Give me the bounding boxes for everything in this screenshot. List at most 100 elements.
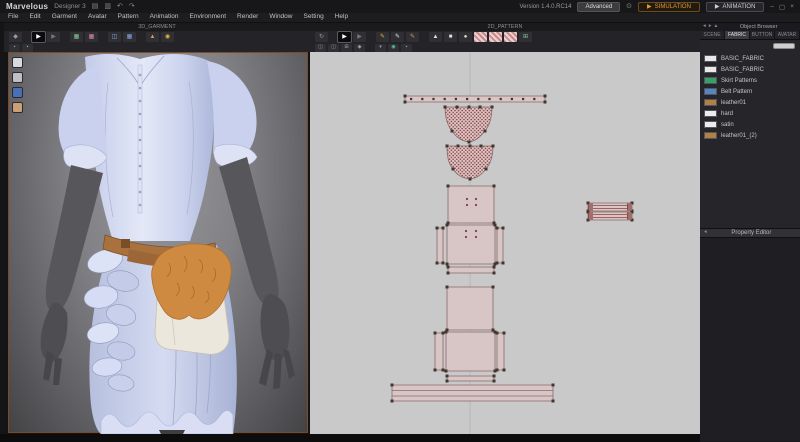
fabric-list-item[interactable]: hard	[700, 108, 800, 119]
menu-file[interactable]: File	[8, 14, 18, 21]
free-sew-icon[interactable]: ◫	[328, 44, 339, 52]
measure-tool-icon[interactable]: ▦	[123, 32, 136, 42]
menu-window[interactable]: Window	[269, 14, 292, 21]
menu-pattern[interactable]: Pattern	[118, 14, 139, 21]
3d-toolbar-row2: ▪ ▪	[4, 43, 310, 52]
tab-scene[interactable]: SCENE	[700, 31, 725, 39]
elastic-icon[interactable]: ◉	[388, 44, 399, 52]
redo-icon[interactable]: ↷	[129, 3, 135, 10]
texture-edit-icon[interactable]	[489, 32, 502, 42]
tape-icon[interactable]: ▪	[22, 44, 33, 52]
show-seamlines-icon[interactable]: ▦	[85, 32, 98, 42]
minimize-button[interactable]: ‒	[770, 3, 774, 11]
menu-avatar[interactable]: Avatar	[88, 14, 107, 21]
pin-icon[interactable]: ▪	[9, 44, 20, 52]
show-avatar-icon[interactable]: ▲	[146, 32, 159, 42]
fabric-add-button[interactable]	[773, 43, 795, 49]
simulation-play-icon: ▶	[647, 4, 652, 10]
option-icon[interactable]: ▪	[401, 44, 412, 52]
create-rectangle-icon[interactable]: ■	[444, 32, 457, 42]
3d-toolbar-row1: ◆ ▶ ▶ ▦ ▦ ◫ ▦ ▲ ◉	[4, 31, 310, 43]
fabric-swatch	[704, 77, 717, 84]
panel-nav-left-icon[interactable]: ◂	[703, 24, 706, 30]
fabric-swatch	[704, 121, 717, 128]
garment-display-icon[interactable]: ◆	[9, 32, 22, 42]
show-internal-lines-icon[interactable]: ▦	[70, 32, 83, 42]
move-tool-icon[interactable]: ▶	[47, 32, 60, 42]
version-label: Version 1.4.0.RC14	[519, 4, 571, 10]
select-tool-icon[interactable]: ▶	[32, 32, 45, 42]
menu-garment[interactable]: Garment	[52, 14, 77, 21]
close-button[interactable]: ×	[790, 3, 794, 11]
fabric-swatch	[704, 66, 717, 73]
property-editor-title: Property Editor	[731, 230, 771, 236]
3d-viewport[interactable]	[8, 52, 308, 433]
pin-tool-icon[interactable]: ◫	[108, 32, 121, 42]
simulation-label: SIMULATION	[655, 4, 691, 10]
edit-pattern-icon[interactable]: ✎	[376, 32, 389, 42]
fabric-list-item[interactable]: BASIC_FABRIC	[700, 53, 800, 64]
texture-repeat-icon[interactable]	[504, 32, 517, 42]
fabric-name: satin	[721, 122, 734, 128]
undo-icon[interactable]: ↶	[117, 3, 123, 10]
maximize-button[interactable]: ▢	[779, 3, 785, 11]
fabric-list-item[interactable]: leather01	[700, 97, 800, 108]
fabric-list-item[interactable]: BASIC_FABRIC	[700, 64, 800, 75]
tab-button[interactable]: BUTTON	[750, 31, 775, 39]
panel-nav-right-icon[interactable]: ▸	[709, 24, 712, 30]
fabric-swatch	[704, 88, 717, 95]
animation-button[interactable]: ▶ ANIMATION	[706, 2, 765, 12]
3d-window-title: 3D_GARMENT	[138, 24, 176, 30]
menu-environment[interactable]: Environment	[190, 14, 227, 21]
avatar-display-icon[interactable]: ◉	[161, 32, 174, 42]
add-point-icon[interactable]: ✎	[406, 32, 419, 42]
move-tool-2d-icon[interactable]: ▶	[353, 32, 366, 42]
create-circle-icon[interactable]: ●	[459, 32, 472, 42]
pattern-piece-hem-band	[392, 385, 553, 401]
fabric-name: Skirt Patterns	[721, 78, 757, 84]
segment-sew-icon[interactable]: ◫	[315, 44, 326, 52]
advanced-mode-button[interactable]: Advanced	[577, 2, 620, 12]
texture-tool-icon[interactable]	[474, 32, 487, 42]
toggle-avatar-skin-icon[interactable]	[12, 102, 23, 113]
pattern-piece-bodice-lower	[447, 225, 495, 264]
toggle-garment-icon[interactable]	[12, 57, 23, 68]
edit-curve-icon[interactable]: ✎	[391, 32, 404, 42]
2d-window-caption: 2D_PATTERN	[310, 23, 700, 31]
fabric-list-item[interactable]: Belt Pattern	[700, 86, 800, 97]
pattern-piece-skirt-upper	[447, 287, 493, 330]
property-collapse-icon[interactable]: ◂	[704, 230, 707, 236]
layer-icon[interactable]: ▾	[375, 44, 386, 52]
fabric-list-item[interactable]: leather01_(2)	[700, 130, 800, 141]
menu-bar: File Edit Garment Avatar Pattern Animati…	[0, 13, 800, 23]
fabric-list-item[interactable]: Skirt Patterns	[700, 75, 800, 86]
tab-fabric[interactable]: FABRIC	[725, 31, 750, 39]
menu-render[interactable]: Render	[237, 14, 258, 21]
menu-setting[interactable]: Setting	[303, 14, 323, 21]
panel-nav-up-icon[interactable]: ▴	[715, 24, 718, 30]
toggle-arrangement-icon[interactable]	[12, 87, 23, 98]
2d-pattern-canvas[interactable]	[310, 52, 700, 434]
create-polygon-icon[interactable]: ▲	[429, 32, 442, 42]
property-editor-bar[interactable]: ◂ Property Editor	[700, 228, 800, 238]
simulation-button[interactable]: ▶ SIMULATION	[638, 2, 700, 12]
menu-animation[interactable]: Animation	[150, 14, 179, 21]
pattern-piece-side-strip	[497, 228, 503, 263]
show-grid-icon[interactable]: ⊞	[519, 32, 532, 42]
mirror-icon[interactable]: ◆	[354, 44, 365, 52]
fabric-list-item[interactable]: satin	[700, 119, 800, 130]
new-document-icon[interactable]: ▤	[92, 3, 99, 10]
toggle-avatar-icon[interactable]	[12, 72, 23, 83]
select-tool-2d-icon[interactable]: ▶	[338, 32, 351, 42]
tab-avatar[interactable]: AVATAR	[775, 31, 800, 39]
menu-help[interactable]: Help	[335, 14, 348, 21]
gear-icon[interactable]: ⊙	[626, 3, 632, 10]
save-icon[interactable]: ▥	[104, 3, 111, 10]
object-browser-title: Object Browser	[740, 24, 778, 30]
transform-pattern-icon[interactable]: ↻	[315, 32, 328, 42]
menu-edit[interactable]: Edit	[29, 14, 40, 21]
title-bar: Marvelous Designer 3 ▤ ▥ ↶ ↷ Version 1.4…	[0, 0, 800, 13]
fabric-name: Belt Pattern	[721, 89, 752, 95]
merge-icon[interactable]: ⊞	[341, 44, 352, 52]
pattern-piece-waistband	[448, 267, 494, 273]
